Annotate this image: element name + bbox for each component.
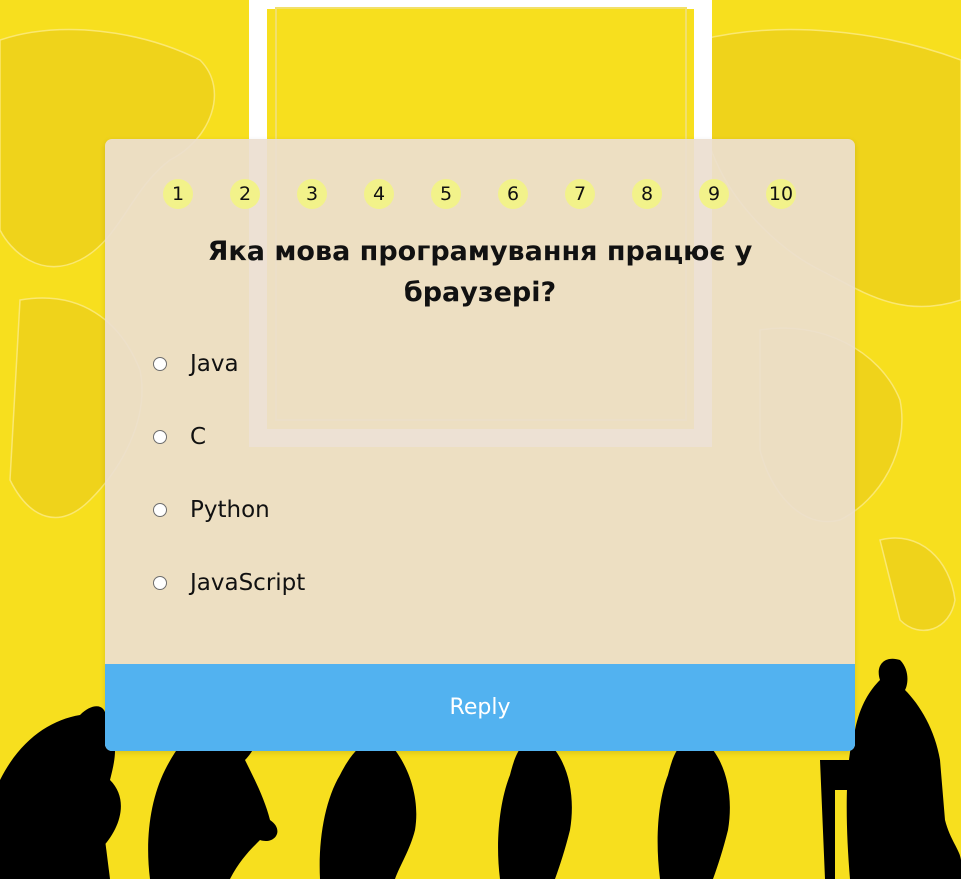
question-text: Яка мова програмування працює у браузері… [207, 236, 753, 308]
quiz-card: 1 2 3 4 5 6 7 8 9 10 Яка мова програмува… [105, 139, 855, 751]
option-label: JavaScript [190, 570, 306, 596]
option-javascript[interactable]: JavaScript [153, 568, 305, 598]
radio-button[interactable] [153, 357, 167, 371]
step-6-button[interactable]: 6 [498, 179, 528, 209]
option-label: Python [190, 497, 270, 523]
step-2-button[interactable]: 2 [230, 179, 260, 209]
option-c[interactable]: C [153, 422, 206, 452]
radio-button[interactable] [153, 576, 167, 590]
question-steps-nav: 1 2 3 4 5 6 7 8 9 10 [105, 179, 855, 209]
step-8-button[interactable]: 8 [632, 179, 662, 209]
step-5-button[interactable]: 5 [431, 179, 461, 209]
radio-button[interactable] [153, 430, 167, 444]
step-9-button[interactable]: 9 [699, 179, 729, 209]
radio-button[interactable] [153, 503, 167, 517]
option-label: Java [190, 351, 239, 377]
option-java[interactable]: Java [153, 349, 239, 379]
reply-button[interactable]: Reply [105, 664, 855, 751]
step-4-button[interactable]: 4 [364, 179, 394, 209]
step-1-button[interactable]: 1 [163, 179, 193, 209]
option-python[interactable]: Python [153, 495, 270, 525]
step-7-button[interactable]: 7 [565, 179, 595, 209]
option-label: C [190, 424, 207, 450]
step-3-button[interactable]: 3 [297, 179, 327, 209]
step-10-button[interactable]: 10 [766, 179, 796, 209]
